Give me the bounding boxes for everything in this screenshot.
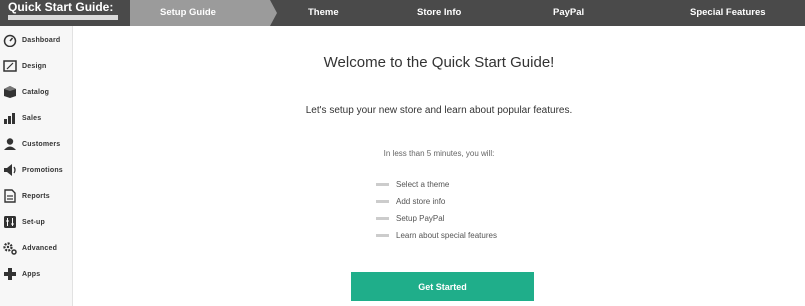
tab-paypal[interactable]: PayPal <box>553 0 584 26</box>
sidebar-item-label: Promotions <box>22 166 63 174</box>
step-tabs: Setup Guide Theme Store Info PayPal Spec… <box>130 0 805 26</box>
sidebar-item-reports[interactable]: Reports <box>0 184 73 208</box>
sidebar-item-setup[interactable]: Set-up <box>0 210 73 234</box>
page-subtitle: Let's setup your new store and learn abo… <box>305 105 573 116</box>
sidebar-item-label: Advanced <box>22 244 58 252</box>
list-item: Select a theme <box>376 176 497 193</box>
dash-bullet-icon <box>376 183 389 186</box>
sidebar-item-label: Dashboard <box>22 36 61 44</box>
apps-icon <box>3 267 17 281</box>
list-item: Learn about special features <box>376 227 497 244</box>
sidebar-item-label: Sales <box>22 114 42 122</box>
feature-label: Select a theme <box>396 180 450 189</box>
dash-bullet-icon <box>376 217 389 220</box>
sidebar-item-promotions[interactable]: Promotions <box>0 158 73 182</box>
sidebar-item-sales[interactable]: Sales <box>0 106 73 130</box>
advanced-icon <box>3 241 17 255</box>
feature-list: Select a theme Add store info Setup PayP… <box>376 176 497 244</box>
page-title: Welcome to the Quick Start Guide! <box>323 54 555 71</box>
setup-icon <box>3 215 17 229</box>
list-item: Setup PayPal <box>376 210 497 227</box>
promotions-icon <box>3 163 17 177</box>
brand-title: Quick Start Guide: <box>8 0 114 14</box>
customers-icon <box>3 137 17 151</box>
feature-label: Add store info <box>396 197 446 206</box>
sidebar-item-label: Apps <box>22 270 41 278</box>
sidebar-item-catalog[interactable]: Catalog <box>0 80 73 104</box>
dash-bullet-icon <box>376 200 389 203</box>
tab-store-info[interactable]: Store Info <box>417 0 461 26</box>
sidebar-item-label: Set-up <box>22 218 45 226</box>
sidebar-item-label: Catalog <box>22 88 50 96</box>
tab-setup-guide[interactable]: Setup Guide <box>160 0 216 26</box>
design-icon <box>3 59 17 73</box>
sidebar-item-customers[interactable]: Customers <box>0 132 73 156</box>
dashboard-icon <box>3 33 17 47</box>
sidebar-item-apps[interactable]: Apps <box>0 262 73 286</box>
sales-icon <box>3 111 17 125</box>
sidebar-item-design[interactable]: Design <box>0 54 73 78</box>
active-step-arrow <box>270 0 277 26</box>
top-bar: Quick Start Guide: Setup Guide Theme Sto… <box>0 0 805 26</box>
sidebar-item-label: Customers <box>22 140 61 148</box>
tab-theme[interactable]: Theme <box>308 0 339 26</box>
feature-label: Setup PayPal <box>396 214 445 223</box>
catalog-icon <box>3 85 17 99</box>
get-started-button[interactable]: Get Started <box>351 272 534 301</box>
brand-progress-bar <box>8 15 118 20</box>
list-item: Add store info <box>376 193 497 210</box>
intro-text: In less than 5 minutes, you will: <box>383 149 495 158</box>
tab-special-features[interactable]: Special Features <box>690 0 766 26</box>
sidebar-item-advanced[interactable]: Advanced <box>0 236 73 260</box>
sidebar-item-label: Design <box>22 62 47 70</box>
sidebar-item-dashboard[interactable]: Dashboard <box>0 28 73 52</box>
dash-bullet-icon <box>376 234 389 237</box>
sidebar: Dashboard Design Catalog Sales Customers… <box>0 26 73 306</box>
main-content: Welcome to the Quick Start Guide! Let's … <box>73 26 805 306</box>
brand: Quick Start Guide: <box>0 0 130 26</box>
reports-icon <box>3 189 17 203</box>
feature-label: Learn about special features <box>396 231 497 240</box>
sidebar-item-label: Reports <box>22 192 50 200</box>
